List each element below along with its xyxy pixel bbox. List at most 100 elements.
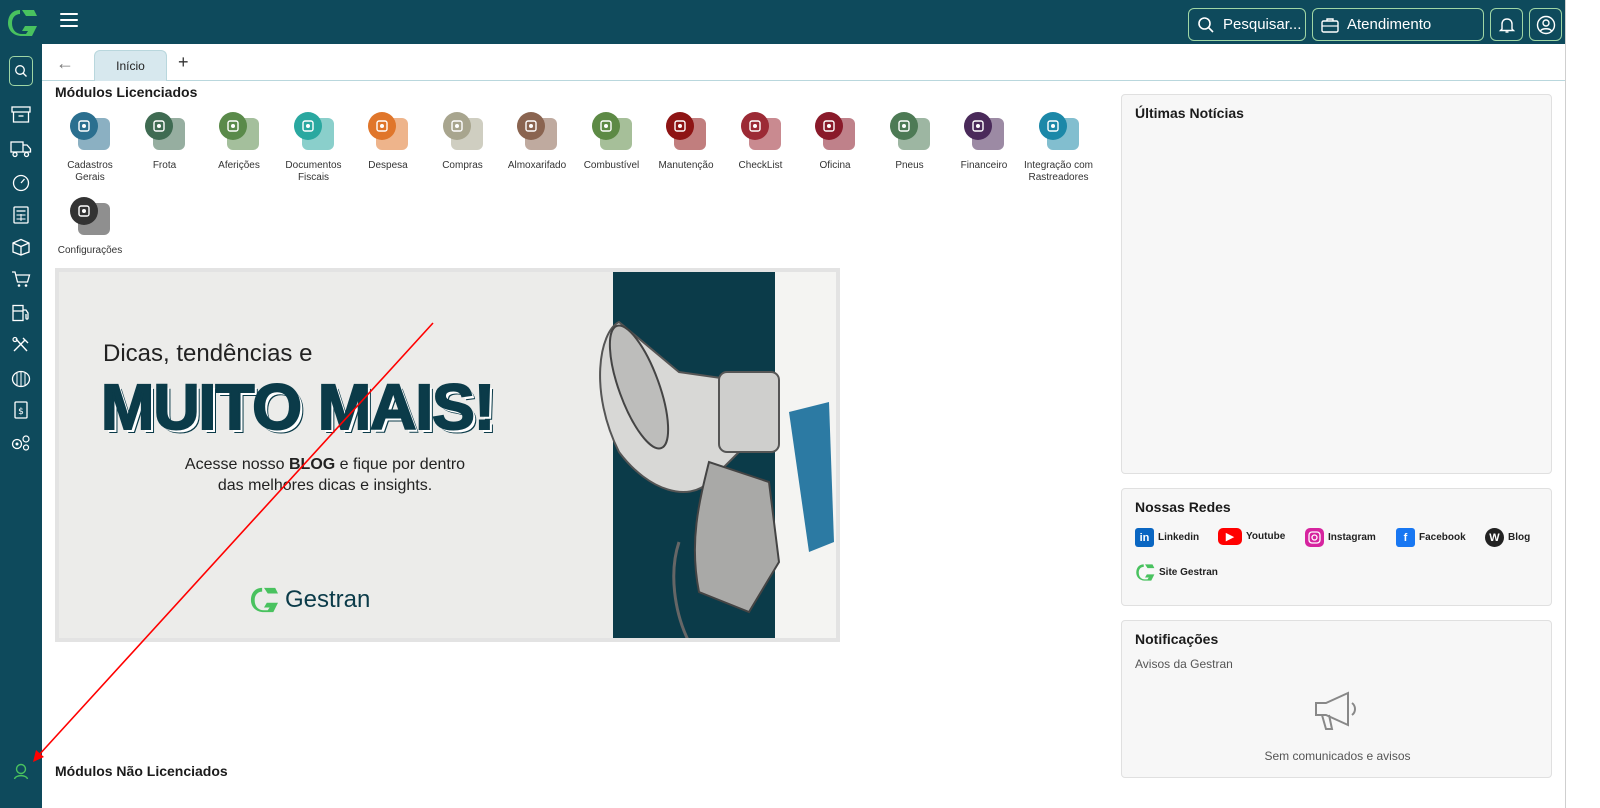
module-compras[interactable]: Compras: [426, 112, 500, 172]
gestran-logo[interactable]: [6, 8, 38, 38]
sidebar-item-financeiro[interactable]: $: [10, 399, 32, 421]
tab-inicio[interactable]: Início: [94, 50, 167, 81]
sidebar-item-compras[interactable]: [10, 268, 32, 290]
module-icon: [144, 112, 185, 152]
module-label: Oficina: [819, 160, 851, 171]
gears-icon: [11, 435, 30, 451]
module-documentos-fiscais[interactable]: Documentos Fiscais: [277, 112, 351, 184]
module-label: Documentos Fiscais: [285, 160, 342, 183]
back-arrow-icon[interactable]: ←: [56, 53, 74, 74]
tools-icon: [12, 336, 29, 352]
window-edge: [1565, 0, 1600, 808]
sidebar-item-frota[interactable]: [10, 138, 32, 160]
support-agent-icon: [13, 763, 29, 780]
module-label: Manutenção: [658, 160, 714, 171]
module-label: Integração com Rastreadores: [1024, 160, 1093, 183]
shopping-cart-icon: [12, 271, 31, 287]
module-icon: [293, 112, 334, 152]
module-icon: [70, 112, 110, 152]
module-icon: [1038, 112, 1079, 152]
social-facebook[interactable]: f Facebook: [1396, 528, 1466, 547]
search-label: Pesquisar...: [1223, 16, 1302, 33]
module-cadastros-gerais[interactable]: Cadastros Gerais: [53, 112, 127, 184]
module-icon: [70, 197, 110, 237]
social-blog[interactable]: W Blog: [1485, 528, 1530, 547]
svg-text:$: $: [18, 407, 24, 417]
module-manutencao[interactable]: Manutenção: [649, 112, 723, 172]
search-button[interactable]: Pesquisar...: [1188, 8, 1306, 41]
sidebar-item-manutencao[interactable]: [10, 334, 32, 356]
sidebar-support-user-button[interactable]: [10, 760, 32, 782]
notifications-subtitle: Avisos da Gestran: [1135, 657, 1233, 671]
facebook-icon: f: [1396, 528, 1415, 547]
module-icon: [517, 112, 557, 152]
sidebar-search-button[interactable]: [9, 56, 33, 86]
social-instagram[interactable]: Instagram: [1305, 528, 1376, 547]
sidebar-item-afericoes[interactable]: [10, 172, 32, 194]
social-youtube[interactable]: ▶ Youtube: [1218, 528, 1285, 545]
menu-icon[interactable]: [60, 13, 78, 29]
module-configuracoes[interactable]: Configurações: [53, 197, 127, 257]
module-pneus[interactable]: Pneus: [873, 112, 947, 172]
instagram-icon: [1305, 528, 1324, 547]
module-almoxarifado[interactable]: Almoxarifado: [500, 112, 574, 172]
gauge-icon: [12, 174, 30, 192]
tire-icon: [11, 370, 31, 388]
sidebar-item-pneus[interactable]: [10, 368, 32, 390]
module-label: Pneus: [895, 160, 924, 171]
new-tab-button[interactable]: +: [178, 52, 189, 73]
module-icon: [666, 112, 706, 152]
user-profile-button[interactable]: [1529, 8, 1562, 41]
module-financeiro[interactable]: Financeiro: [947, 112, 1021, 172]
search-icon: [1198, 16, 1214, 33]
linkedin-icon: in: [1135, 528, 1154, 547]
dollar-document-icon: $: [14, 401, 28, 419]
banner-text-line1: Acesse nosso BLOG e fique por dentro: [184, 456, 466, 473]
archive-box-icon: [11, 106, 31, 123]
module-label: Almoxarifado: [507, 160, 567, 171]
banner-text-line2: das melhores dicas e insights.: [217, 477, 433, 494]
sidebar-item-combustivel[interactable]: [10, 302, 32, 324]
news-panel: Últimas Notícias: [1121, 94, 1552, 474]
sidebar-item-almoxarifado[interactable]: [10, 236, 32, 258]
module-afericoes[interactable]: Aferições: [202, 112, 276, 172]
social-linkedin[interactable]: in Linkedin: [1135, 528, 1199, 547]
megaphone-illustration: [599, 320, 834, 638]
module-icon: [815, 112, 855, 152]
module-label: Financeiro: [960, 160, 1008, 171]
sidebar-item-despesa[interactable]: [10, 204, 32, 226]
truck-icon: [10, 141, 32, 158]
social-site-gestran[interactable]: Site Gestran: [1135, 563, 1218, 582]
module-label: Configurações: [57, 245, 123, 256]
notifications-panel: Notificações Avisos da Gestran Sem comun…: [1121, 620, 1552, 778]
notifications-button[interactable]: [1490, 8, 1523, 41]
module-despesa[interactable]: Despesa: [351, 112, 425, 172]
module-integracao-com-rastreadores[interactable]: Integração com Rastreadores: [1022, 112, 1096, 184]
module-label: Combustível: [583, 160, 640, 171]
user-circle-icon: [1536, 15, 1556, 34]
banner-brand-name: Gestran: [285, 586, 371, 613]
module-checklist[interactable]: CheckList: [724, 112, 798, 172]
module-combustivel[interactable]: Combustível: [575, 112, 649, 172]
search-icon: [15, 65, 27, 77]
sidebar-item-configuracoes[interactable]: [10, 432, 32, 454]
support-button[interactable]: Atendimento: [1312, 8, 1484, 41]
module-icon: [740, 112, 781, 152]
blog-banner[interactable]: Dicas, tendências e MUITO MAIS! Acesse n…: [55, 268, 840, 642]
news-title: Últimas Notícias: [1135, 105, 1244, 121]
fuel-pump-icon: [12, 304, 29, 322]
module-frota[interactable]: Frota: [128, 112, 202, 172]
calculator-icon: [13, 206, 29, 224]
youtube-icon: ▶: [1218, 528, 1242, 545]
module-oficina[interactable]: Oficina: [798, 112, 872, 172]
banner-big-text: MUITO MAIS!: [100, 370, 496, 444]
megaphone-icon: [1315, 691, 1356, 730]
module-icon: [368, 112, 408, 152]
module-label: Compras: [442, 160, 483, 171]
sidebar-item-cadastros[interactable]: [10, 104, 32, 126]
gestran-icon: [1136, 564, 1155, 581]
licensed-modules-title: Módulos Licenciados: [55, 84, 198, 100]
tab-bar: ← Início +: [42, 44, 1600, 81]
module-icon: [219, 112, 259, 152]
top-bar: Pesquisar... Atendimento: [0, 0, 1600, 44]
